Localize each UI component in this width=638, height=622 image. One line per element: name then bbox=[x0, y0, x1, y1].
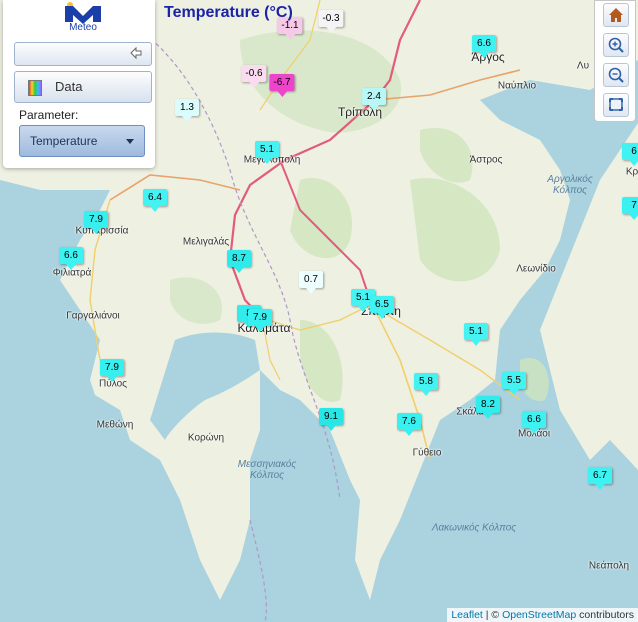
place-label: Λεωνίδιο bbox=[516, 263, 556, 275]
chevron-down-icon bbox=[126, 139, 134, 144]
station-marker[interactable]: 1.3 bbox=[175, 99, 199, 122]
station-marker[interactable]: 6.6 bbox=[472, 35, 496, 58]
station-marker[interactable]: 2.4 bbox=[362, 88, 386, 111]
sea-label: Μεσσηνιακός Κόλπος bbox=[237, 459, 297, 481]
sea-label: Λακωνικός Κόλπος bbox=[431, 522, 517, 534]
place-label: Μεθώνη bbox=[96, 419, 134, 431]
station-marker[interactable]: 8.7 bbox=[227, 250, 251, 273]
station-marker[interactable]: 9.1 bbox=[319, 408, 343, 431]
zoom-in-button[interactable] bbox=[603, 33, 629, 57]
station-marker[interactable]: 5.5 bbox=[502, 372, 526, 395]
data-button[interactable]: Data bbox=[14, 71, 152, 103]
station-marker[interactable]: -0.3 bbox=[318, 10, 344, 33]
parameter-label: Parameter: bbox=[19, 108, 79, 122]
station-marker[interactable]: 6.5 bbox=[370, 296, 394, 319]
station-marker[interactable]: 6.7 bbox=[588, 467, 612, 490]
home-icon bbox=[609, 8, 623, 22]
back-button[interactable] bbox=[14, 42, 152, 66]
station-marker[interactable]: 6.6 bbox=[522, 411, 546, 434]
parameter-value: Temperature bbox=[30, 134, 98, 148]
station-marker[interactable]: 6.6 bbox=[59, 247, 83, 270]
logo-text: Meteo bbox=[69, 22, 97, 33]
place-label: Γύθειο bbox=[412, 447, 442, 459]
station-marker[interactable]: 7.6 bbox=[397, 413, 421, 436]
arrow-left-icon bbox=[130, 46, 142, 60]
place-label: Άστρος bbox=[469, 154, 503, 166]
station-marker[interactable]: 7.9 bbox=[248, 309, 272, 332]
station-marker[interactable]: -6.7 bbox=[269, 74, 295, 97]
station-marker[interactable]: 0.7 bbox=[299, 271, 323, 294]
place-label: Μελιγαλάς bbox=[182, 236, 230, 248]
data-button-label: Data bbox=[55, 79, 83, 94]
map-attribution: Leaflet | © OpenStreetMap contributors bbox=[447, 608, 638, 622]
zoom-out-icon bbox=[608, 67, 624, 83]
station-marker[interactable]: 7.9 bbox=[84, 211, 108, 234]
attribution-suffix: contributors bbox=[576, 609, 634, 621]
control-panel: Meteo Data Parameter: Temperature bbox=[3, 0, 155, 168]
attribution-separator: | © bbox=[482, 609, 503, 621]
place-label: Κορώνη bbox=[187, 432, 225, 444]
station-marker[interactable]: 7.9 bbox=[100, 359, 124, 382]
leaflet-link[interactable]: Leaflet bbox=[451, 609, 483, 621]
zoom-out-button[interactable] bbox=[603, 63, 629, 87]
home-button[interactable] bbox=[603, 3, 629, 27]
station-marker[interactable]: 5.1 bbox=[464, 323, 488, 346]
sea-label: Αργολικός Κόλπος bbox=[547, 174, 593, 196]
parameter-select[interactable]: Temperature bbox=[19, 125, 145, 157]
fullscreen-icon bbox=[609, 98, 623, 111]
place-label: Κρ bbox=[625, 166, 638, 178]
station-marker[interactable]: 6.4 bbox=[143, 189, 167, 212]
place-label: Λυ bbox=[576, 60, 590, 72]
place-label: Ναύπλιο bbox=[497, 80, 537, 92]
place-label: Νεάπολη bbox=[588, 560, 630, 572]
station-marker[interactable]: 5.1 bbox=[255, 141, 279, 164]
color-palette-icon bbox=[28, 80, 42, 96]
station-marker[interactable]: 7 bbox=[622, 197, 638, 220]
osm-link[interactable]: OpenStreetMap bbox=[502, 609, 576, 621]
map-controls bbox=[594, 0, 636, 122]
station-marker[interactable]: 8.2 bbox=[476, 396, 500, 419]
station-marker[interactable]: 6 bbox=[622, 143, 638, 166]
station-marker[interactable]: 5.8 bbox=[414, 373, 438, 396]
zoom-in-icon bbox=[608, 37, 624, 53]
map-title: Temperature (°C) bbox=[164, 4, 293, 21]
place-label: Γαργαλιάνοι bbox=[66, 310, 120, 322]
station-marker[interactable]: -0.6 bbox=[241, 65, 267, 88]
fullscreen-button[interactable] bbox=[603, 93, 629, 117]
